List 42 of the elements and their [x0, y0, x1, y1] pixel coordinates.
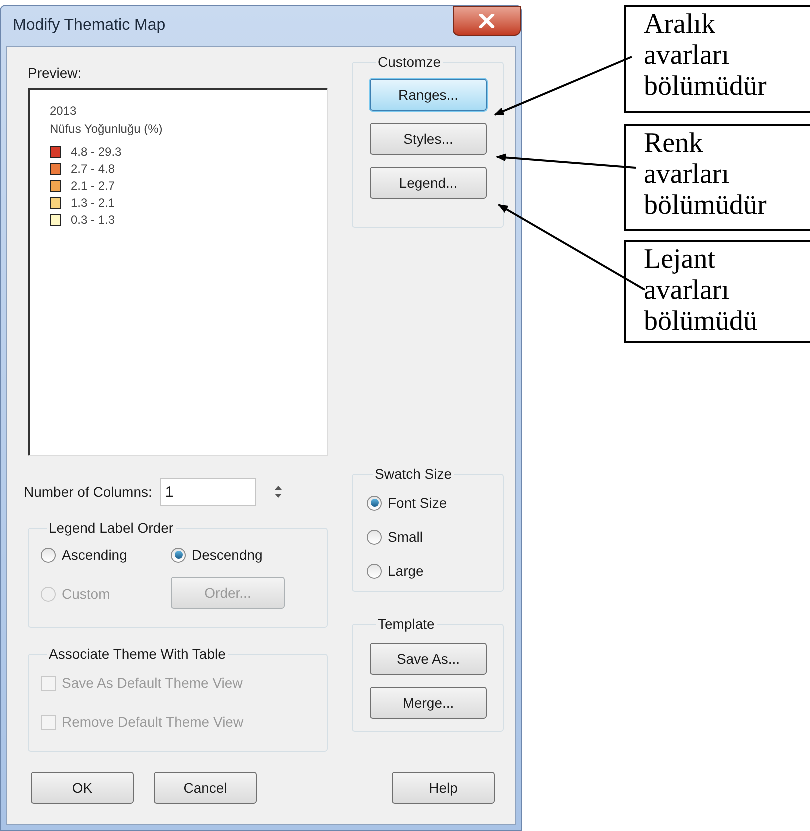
radio-label: Small	[388, 528, 424, 546]
radio-label: Large	[388, 562, 424, 581]
button[interactable]: Ranges...	[370, 79, 487, 111]
checkbox-label: Remove Default Theme View	[62, 713, 244, 732]
button[interactable]: Styles...	[370, 123, 487, 155]
window-title: Modify Thematic Map	[13, 16, 166, 36]
button[interactable]: Merge...	[370, 687, 487, 719]
legend-title: 2013	[50, 103, 77, 120]
radio-label: Custom	[62, 584, 110, 604]
group-label: Customze	[377, 53, 442, 72]
range-label: 4.8 - 29.3	[71, 144, 122, 160]
radio-button[interactable]	[367, 530, 382, 544]
button[interactable]: Cancel	[154, 772, 257, 804]
button[interactable]: OK	[31, 772, 134, 804]
button[interactable]: Legend...	[370, 167, 487, 199]
range-label: 2.1 - 2.7	[71, 178, 116, 194]
preview-label: Preview:	[28, 64, 82, 83]
radio-button[interactable]	[367, 564, 382, 578]
radio-button[interactable]	[41, 548, 56, 562]
close-button[interactable]	[453, 6, 521, 36]
columns-field[interactable]: 1	[160, 478, 256, 506]
range-label: 1.3 - 2.1	[71, 194, 116, 212]
legend-subtitle: Nüfus Yoğunluğu (%)	[50, 121, 163, 138]
group-label: Legend Label Order	[48, 519, 175, 538]
range-label: 2.7 - 4.8	[71, 160, 116, 178]
group-label: Template	[377, 615, 436, 634]
button[interactable]: Help	[392, 772, 495, 804]
radio-button[interactable]	[367, 496, 382, 510]
callout-text: Renk avarları bölümüdür	[644, 128, 768, 221]
radio-label: Descendng	[192, 546, 263, 565]
callout-text: Aralık avarları bölümüdür	[644, 9, 768, 102]
group-label: Associate Theme With Table	[48, 645, 227, 664]
group-label: Swatch Size	[374, 465, 454, 484]
range-label: 0.3 - 1.3	[71, 212, 116, 228]
radio-label: Font Size	[388, 494, 448, 512]
callout-text: Lejant avarları bölümüdü	[644, 244, 759, 337]
checkbox-label: Save As Default Theme View	[62, 674, 243, 693]
close-icon	[479, 14, 495, 28]
radio-label: Ascending	[62, 546, 128, 565]
button[interactable]: Save As...	[370, 643, 487, 675]
field-label: Number of Columns:	[24, 482, 152, 502]
radio-button[interactable]	[171, 548, 186, 562]
